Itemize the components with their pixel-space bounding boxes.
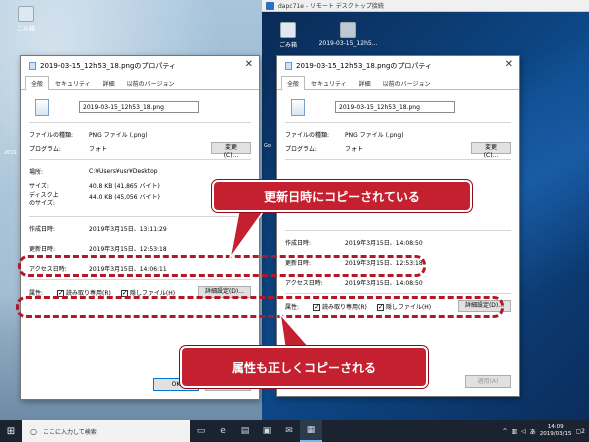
taskbar: ⊞ ○ ここに入力して検索 ▭ e ▤ ▣ ✉ ▦ ^ ▥ ◁ あ 14:09 … xyxy=(0,420,589,442)
task-view-icon[interactable]: ▭ xyxy=(190,420,212,442)
divider xyxy=(29,279,251,280)
tab-security[interactable]: セキュリティ xyxy=(49,76,97,89)
image-file-icon xyxy=(291,98,305,116)
remote-desktop-icon[interactable]: ▦ xyxy=(300,420,322,442)
file-type-value: PNG ファイル (.png) xyxy=(89,131,148,139)
divider xyxy=(285,293,511,294)
file-type-label: ファイルの種類: xyxy=(285,131,330,139)
apply-button[interactable]: 適用(A) xyxy=(465,375,511,388)
search-placeholder: ここに入力して検索 xyxy=(42,428,97,436)
tab-bar: 全般 セキュリティ 詳細 以前のバージョン xyxy=(277,76,519,90)
clock[interactable]: 14:09 2019/03/15 xyxy=(540,424,572,438)
tab-bar: 全般 セキュリティ 詳細 以前のバージョン xyxy=(21,76,259,90)
system-tray: ^ ▥ ◁ あ 14:09 2019/03/15 ▢2 xyxy=(502,424,589,438)
remote-recycle-bin-label: ごみ箱 xyxy=(278,42,297,49)
recycle-bin-icon xyxy=(280,22,296,38)
tab-general[interactable]: 全般 xyxy=(25,76,50,90)
recycle-bin-icon xyxy=(18,6,34,22)
image-file-icon xyxy=(35,98,49,116)
change-button[interactable]: 変更(C)... xyxy=(211,142,251,159)
tab-general[interactable]: 全般 xyxy=(281,76,306,90)
remote-file-label: 2019-03-15_12h5... xyxy=(318,40,378,47)
program-label: プログラム: xyxy=(29,145,61,153)
clock-time: 14:09 xyxy=(547,424,564,430)
filename-field[interactable]: 2019-03-15_12h53_18.png xyxy=(79,101,199,113)
created-label: 作成日時: xyxy=(285,239,312,247)
windows-start-icon[interactable]: ⊞ xyxy=(0,420,22,442)
divider xyxy=(285,122,511,123)
location-label: 場所: xyxy=(29,168,44,176)
rdp-titlebar: dapc71e - リモート デスクトップ接続 xyxy=(262,0,589,12)
mail-icon[interactable]: ✉ xyxy=(278,420,300,442)
remote-desktop-file[interactable]: 2019-03-15_12h5... xyxy=(318,22,378,47)
tab-previous-versions[interactable]: 以前のバージョン xyxy=(121,76,181,89)
created-value: 2019年3月15日、14:08:50 xyxy=(345,239,423,247)
file-icon xyxy=(29,62,36,70)
file-icon xyxy=(285,62,292,70)
program-value: フォト xyxy=(89,145,108,153)
side-text: Go xyxy=(264,143,271,149)
divider xyxy=(29,122,251,123)
modified-label: 更新日時: xyxy=(29,245,56,253)
recycle-bin-label: ごみ箱 xyxy=(16,26,35,33)
divider xyxy=(285,230,511,231)
dialog-titlebar: 2019-03-15_12h53_18.pngのプロパティ ✕ xyxy=(277,56,519,76)
callout-attributes-copied: 属性も正しくコピーされる xyxy=(180,346,428,388)
file-type-label: ファイルの種類: xyxy=(29,131,74,139)
network-icon[interactable]: ▥ xyxy=(511,428,517,435)
program-value: フォト xyxy=(345,145,364,153)
file-explorer-icon[interactable]: ▤ xyxy=(234,420,256,442)
file-type-value: PNG ファイル (.png) xyxy=(345,131,404,139)
accessed-label: アクセス日時: xyxy=(285,279,323,287)
dialog-title: 2019-03-15_12h53_18.pngのプロパティ xyxy=(40,62,176,70)
volume-icon[interactable]: ◁ xyxy=(521,428,526,435)
notification-icon[interactable]: ▢2 xyxy=(576,428,586,435)
dialog-title: 2019-03-15_12h53_18.pngのプロパティ xyxy=(296,62,432,70)
created-label: 作成日時: xyxy=(29,225,56,233)
dialog-titlebar: 2019-03-15_12h53_18.pngのプロパティ ✕ xyxy=(21,56,259,76)
program-label: プログラム: xyxy=(285,145,317,153)
chevron-up-icon[interactable]: ^ xyxy=(502,428,507,435)
filename-field[interactable]: 2019-03-15_12h53_18.png xyxy=(335,101,455,113)
modified-value: 2019年3月15日、12:53:18 xyxy=(89,245,167,253)
tab-details[interactable]: 詳細 xyxy=(353,76,377,89)
rdp-app-icon xyxy=(266,2,274,10)
tab-details[interactable]: 詳細 xyxy=(97,76,121,89)
disk-size-label: ディスク上 のサイズ: xyxy=(29,192,59,207)
side-text: 2019 xyxy=(4,150,17,156)
edge-icon[interactable]: e xyxy=(212,420,234,442)
rdp-title: dapc71e - リモート デスクトップ接続 xyxy=(278,3,384,10)
tab-previous-versions[interactable]: 以前のバージョン xyxy=(377,76,437,89)
modified-date-highlight xyxy=(18,255,426,277)
notification-count: 2 xyxy=(581,427,585,435)
location-value: C:¥Users¥usr¥Desktop xyxy=(89,167,158,175)
store-icon[interactable]: ▣ xyxy=(256,420,278,442)
callout-modified-copied: 更新日時にコピーされている xyxy=(212,180,472,212)
remote-recycle-bin[interactable]: ごみ箱 xyxy=(268,22,308,49)
size-label: サイズ: xyxy=(29,182,49,190)
change-button[interactable]: 変更(C)... xyxy=(471,142,511,159)
accessed-value: 2019年3月15日、14:08:50 xyxy=(345,279,423,287)
close-icon[interactable]: ✕ xyxy=(245,60,253,70)
divider xyxy=(29,216,251,217)
search-icon: ○ xyxy=(30,426,37,436)
divider xyxy=(29,159,251,160)
recycle-bin[interactable]: ごみ箱 xyxy=(6,6,46,33)
close-icon[interactable]: ✕ xyxy=(505,60,513,70)
ime-indicator[interactable]: あ xyxy=(530,427,536,436)
tab-security[interactable]: セキュリティ xyxy=(305,76,353,89)
clock-date: 2019/03/15 xyxy=(539,431,572,437)
taskbar-search[interactable]: ○ ここに入力して検索 xyxy=(22,420,190,442)
divider xyxy=(285,159,511,160)
image-file-icon xyxy=(340,22,356,38)
created-value: 2019年3月15日、13:11:29 xyxy=(89,225,167,233)
attributes-highlight xyxy=(16,296,504,318)
